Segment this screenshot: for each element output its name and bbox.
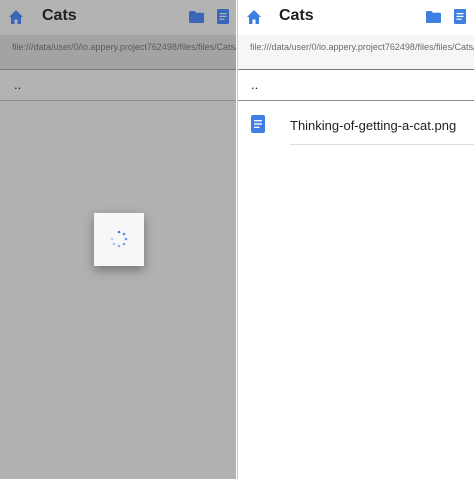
parent-directory-item[interactable]: .. — [0, 70, 236, 101]
file-name: Thinking-of-getting-a-cat.png — [290, 118, 457, 133]
list-item[interactable]: Thinking-of-getting-a-cat.png — [238, 101, 474, 145]
page-title: Cats — [279, 7, 314, 24]
document-icon[interactable] — [454, 9, 466, 24]
header-bar: Cats — [238, 0, 474, 34]
document-icon[interactable] — [217, 9, 229, 24]
current-path: file:///data/user/0/io.appery.project762… — [238, 35, 474, 69]
left-panel-loading: Cats file:///data/user/0/io.appery.proje… — [0, 0, 236, 479]
document-icon — [251, 115, 265, 133]
loading-spinner — [110, 230, 128, 248]
home-icon[interactable] — [8, 9, 24, 25]
home-icon[interactable] — [246, 9, 262, 25]
parent-directory-label: .. — [14, 77, 22, 92]
parent-directory-item[interactable]: .. — [238, 70, 474, 101]
right-panel-loaded: Cats file:///data/user/0/io.appery.proje… — [237, 0, 474, 479]
loading-dialog — [94, 213, 144, 266]
folder-icon[interactable] — [426, 11, 441, 23]
parent-directory-label: .. — [251, 77, 259, 92]
current-path: file:///data/user/0/io.appery.project762… — [0, 35, 236, 69]
folder-icon[interactable] — [189, 11, 204, 23]
list-divider — [290, 144, 474, 145]
page-title: Cats — [42, 7, 77, 24]
header-bar: Cats — [0, 0, 236, 34]
